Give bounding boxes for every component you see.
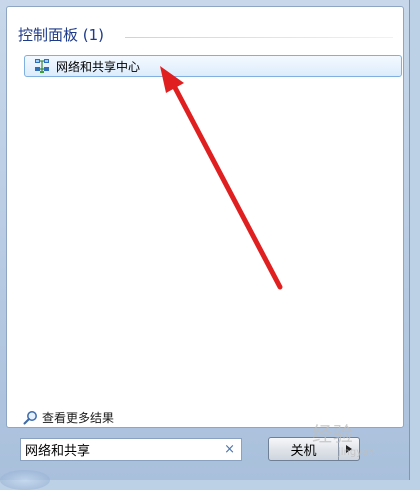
see-more-results-link[interactable]: 查看更多结果: [23, 409, 114, 426]
start-menu-panel: 控制面板 (1) 网络和共享中心 查看更多结果 网络和共享 × 关机 经验 ji…: [0, 0, 410, 480]
network-sharing-center-icon: [35, 59, 49, 73]
group-header-control-panel: 控制面板 (1): [18, 26, 105, 44]
see-more-results-label: 查看更多结果: [42, 411, 115, 425]
watermark-text: 经验: [312, 422, 354, 446]
result-item-network-sharing-center[interactable]: 网络和共享中心: [24, 55, 402, 77]
start-orb[interactable]: [0, 470, 50, 490]
clear-search-icon[interactable]: ×: [224, 441, 235, 458]
watermark-subtext: jingyan: [338, 447, 375, 458]
search-box[interactable]: ×: [20, 438, 242, 461]
magnifier-icon: [23, 411, 37, 425]
group-divider: [125, 37, 393, 38]
result-item-label: 网络和共享中心: [56, 59, 141, 74]
search-results-pane: 控制面板 (1) 网络和共享中心 查看更多结果: [6, 6, 404, 428]
search-input[interactable]: [25, 442, 215, 457]
